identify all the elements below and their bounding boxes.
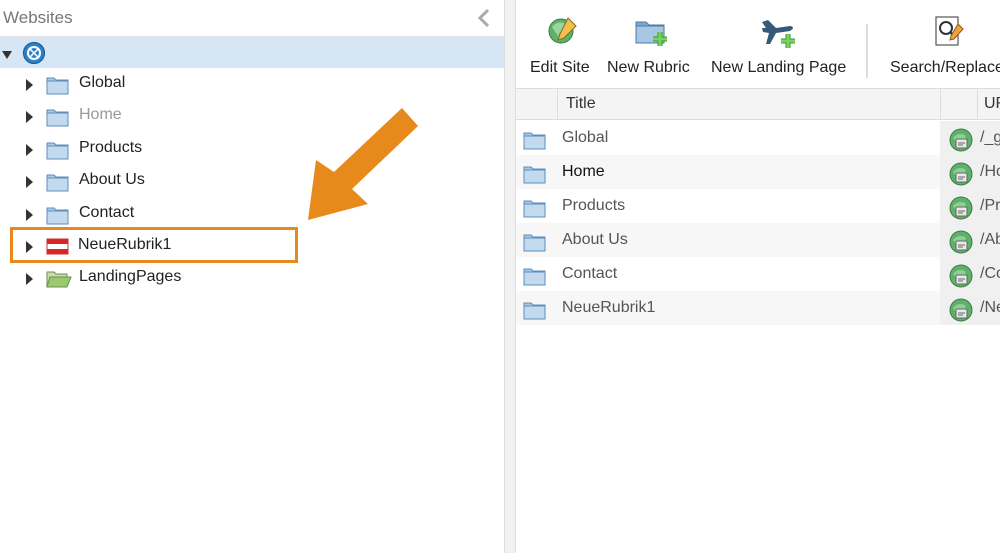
expand-right-icon[interactable] — [26, 272, 34, 290]
tree-item-contact[interactable]: Contact — [0, 200, 300, 228]
column-divider[interactable] — [977, 89, 978, 120]
search-replace-label: Search/Replace — [890, 59, 1000, 76]
tree-item-global[interactable]: Global — [0, 70, 300, 98]
row-title: NeueRubrik1 — [562, 299, 656, 316]
url-cell: /Ho — [940, 155, 1000, 189]
url-cell: /_g — [940, 121, 1000, 155]
row-url: /Pr — [980, 197, 1000, 214]
edit-site-label: Edit Site — [530, 59, 590, 76]
web-page-globe-icon — [949, 162, 973, 191]
tree-item-label: Home — [79, 106, 122, 123]
web-page-globe-icon — [949, 264, 973, 293]
tree-root-site[interactable] — [0, 37, 504, 68]
open-folder-icon — [46, 268, 72, 295]
websites-panel: Websites Global Home Products About Us C… — [0, 0, 504, 553]
expand-right-icon[interactable] — [26, 110, 34, 128]
web-page-globe-icon — [949, 128, 973, 157]
folder-icon — [46, 171, 70, 198]
new-rubric-label: New Rubric — [607, 59, 690, 76]
expand-right-icon[interactable] — [26, 143, 34, 161]
tree-item-label: About Us — [79, 171, 145, 188]
folder-icon — [523, 197, 547, 224]
row-url: /_g — [980, 129, 1000, 146]
edit-site-button[interactable]: Edit Site — [526, 0, 596, 88]
tree-item-home[interactable]: Home — [0, 102, 300, 130]
row-title: Home — [562, 163, 605, 180]
column-header-url[interactable]: URL — [984, 95, 1000, 113]
new-landing-page-label: New Landing Page — [711, 59, 847, 76]
web-page-globe-icon — [949, 298, 973, 327]
url-cell: /Ne — [940, 291, 1000, 325]
tree-item-label: Contact — [79, 204, 135, 221]
tree-item-products[interactable]: Products — [0, 135, 300, 163]
web-page-globe-icon — [949, 196, 973, 225]
expand-down-icon[interactable] — [2, 48, 14, 66]
row-title: Products — [562, 197, 626, 214]
expand-right-icon[interactable] — [26, 208, 34, 226]
grid-header: Title URL — [516, 88, 1000, 120]
row-title: Global — [562, 129, 609, 146]
row-url: /Ne — [980, 299, 1000, 316]
row-url: /Co — [980, 265, 1000, 282]
folder-icon — [523, 163, 547, 190]
column-header-title[interactable]: Title — [566, 95, 596, 113]
row-title: About Us — [562, 231, 628, 248]
panel-title: Websites — [3, 8, 73, 27]
folder-icon — [46, 74, 70, 101]
highlight-frame — [10, 227, 298, 263]
web-page-globe-icon — [949, 230, 973, 259]
new-rubric-button[interactable]: New Rubric — [606, 0, 694, 88]
edit-site-icon — [546, 14, 580, 53]
panel-header: Websites — [0, 0, 504, 37]
url-cell: /Co — [940, 257, 1000, 291]
row-title: Contact — [562, 265, 618, 282]
pointer-arrow-icon — [300, 106, 422, 225]
folder-icon — [523, 299, 547, 326]
folder-icon — [523, 265, 547, 292]
table-row[interactable]: Global /_g — [516, 121, 1000, 155]
folder-icon — [46, 106, 70, 133]
new-landing-page-button[interactable]: New Landing Page — [710, 0, 850, 88]
table-row[interactable]: Contact /Co — [516, 257, 1000, 291]
row-url: /Ab — [980, 231, 1000, 248]
row-url: /Ho — [980, 163, 1000, 180]
tree-item-label: Products — [79, 139, 143, 156]
folder-icon — [523, 231, 547, 258]
tree-item-about-us[interactable]: About Us — [0, 167, 300, 195]
table-row[interactable]: NeueRubrik1 /Ne — [516, 291, 1000, 325]
column-divider[interactable] — [557, 89, 558, 120]
expand-right-icon[interactable] — [26, 175, 34, 193]
website-globe-icon — [22, 41, 46, 70]
folder-icon — [46, 139, 70, 166]
table-row[interactable]: Home /Ho — [516, 155, 1000, 189]
tree-item-label: Global — [79, 74, 126, 91]
content-panel: Edit Site New Rubric New Landing Page Se… — [516, 0, 1000, 553]
tree-item-label: LandingPages — [79, 268, 182, 285]
new-folder-icon — [634, 14, 670, 53]
search-replace-button[interactable]: Search/Replace — [888, 0, 1000, 88]
toolbar: Edit Site New Rubric New Landing Page Se… — [516, 0, 1000, 88]
airplane-add-icon — [760, 14, 800, 55]
table-row[interactable]: About Us /Ab — [516, 223, 1000, 257]
search-replace-icon — [932, 14, 966, 53]
url-cell: /Pr — [940, 189, 1000, 223]
expand-right-icon[interactable] — [26, 78, 34, 96]
splitter[interactable] — [504, 0, 516, 553]
collapse-panel-icon[interactable] — [474, 6, 494, 30]
column-divider[interactable] — [940, 89, 941, 120]
table-row[interactable]: Products /Pr — [516, 189, 1000, 223]
toolbar-separator — [866, 24, 868, 78]
folder-icon — [523, 129, 547, 156]
url-cell: /Ab — [940, 223, 1000, 257]
tree-item-landingpages[interactable]: LandingPages — [0, 264, 300, 292]
